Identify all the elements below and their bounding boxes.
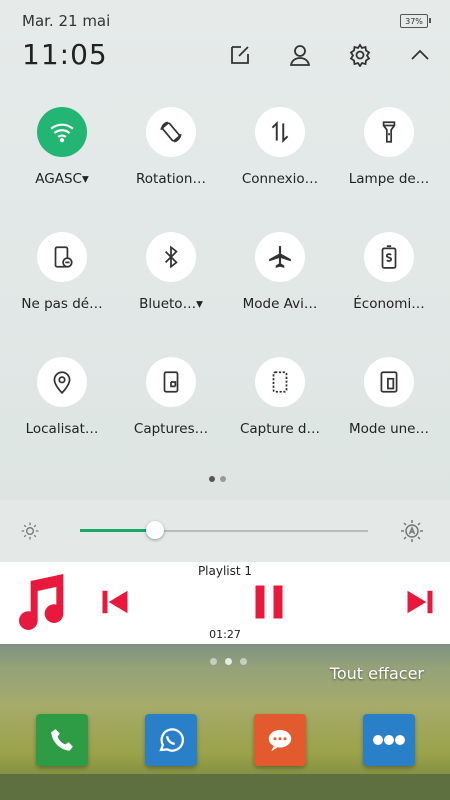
data-transfer-icon[interactable]	[255, 107, 305, 157]
music-player-notification[interactable]: Playlist 1 01:27	[0, 562, 450, 644]
qs-tile-one-hand[interactable]: Mode une…	[334, 357, 444, 437]
qs-label: Mode Avi…	[242, 296, 318, 312]
notification-shade: Mar. 21 mai 37% 11:05 AGASC▾ Rotation… C…	[0, 0, 450, 500]
whatsapp-app-icon[interactable]	[145, 714, 197, 766]
previous-track-icon[interactable]	[100, 586, 130, 622]
qs-tile-wifi[interactable]: AGASC▾	[7, 107, 117, 187]
page-indicator	[209, 476, 226, 482]
wifi-icon[interactable]	[37, 107, 87, 157]
phone-app-icon[interactable]	[36, 714, 88, 766]
collapse-chevron-up-icon[interactable]	[405, 40, 435, 70]
qs-label: Économi…	[353, 296, 425, 312]
airplane-icon[interactable]	[255, 232, 305, 282]
qs-label: Captures…	[133, 421, 209, 437]
qs-tile-screen-record[interactable]: Capture d…	[225, 357, 335, 437]
auto-brightness-icon[interactable]	[400, 519, 424, 547]
qs-tile-rotation[interactable]: Rotation…	[116, 107, 226, 187]
qs-tile-dnd[interactable]: Ne pas dé…	[7, 232, 117, 312]
qs-label: Ne pas dé…	[21, 296, 103, 312]
do-not-disturb-icon[interactable]	[37, 232, 87, 282]
home-page-dots	[210, 658, 247, 665]
bluetooth-icon[interactable]	[146, 232, 196, 282]
pause-icon[interactable]	[251, 582, 287, 626]
qs-tile-screenshot[interactable]: Captures…	[116, 357, 226, 437]
screen-record-icon[interactable]	[255, 357, 305, 407]
brightness-low-icon	[20, 521, 40, 545]
qs-tile-airplane[interactable]: Mode Avi…	[225, 232, 335, 312]
wallpaper-ground	[0, 774, 450, 800]
brightness-fill	[80, 529, 155, 532]
battery-indicator: 37%	[400, 14, 431, 28]
more-apps-icon[interactable]	[363, 714, 415, 766]
page-dot-active	[209, 476, 215, 482]
qs-tile-battery-saver[interactable]: Économi…	[334, 232, 444, 312]
edit-icon[interactable]	[225, 40, 255, 70]
clear-all-button[interactable]: Tout effacer	[330, 664, 424, 683]
qs-tile-bluetooth[interactable]: Blueto…▾	[116, 232, 226, 312]
messages-app-icon[interactable]	[254, 714, 306, 766]
flashlight-icon[interactable]	[364, 107, 414, 157]
qs-label: Rotation…	[136, 171, 206, 187]
one-hand-mode-icon[interactable]	[364, 357, 414, 407]
qs-tile-data[interactable]: Connexio…	[225, 107, 335, 187]
rotation-icon[interactable]	[146, 107, 196, 157]
user-icon[interactable]	[285, 40, 315, 70]
qs-label: Connexio…	[241, 171, 319, 187]
page-dot	[220, 476, 226, 482]
qs-label: Localisat…	[25, 421, 99, 437]
settings-gear-icon[interactable]	[345, 40, 375, 70]
qs-label: Lampe de…	[348, 171, 430, 187]
next-track-icon[interactable]	[405, 586, 435, 622]
brightness-slider-thumb[interactable]	[145, 521, 164, 539]
clock: 11:05	[22, 38, 108, 71]
qs-label: Capture d…	[239, 421, 321, 437]
screenshot-icon[interactable]	[146, 357, 196, 407]
elapsed-time: 01:27	[209, 628, 241, 641]
brightness-bar	[0, 500, 450, 562]
qs-label: Mode une…	[349, 421, 429, 437]
location-icon[interactable]	[37, 357, 87, 407]
qs-tile-location[interactable]: Localisat…	[7, 357, 117, 437]
date-label: Mar. 21 mai	[22, 12, 111, 30]
qs-tile-flashlight[interactable]: Lampe de…	[334, 107, 444, 187]
battery-saver-icon[interactable]	[364, 232, 414, 282]
qs-label: AGASC▾	[35, 171, 89, 187]
home-wallpaper: Tout effacer	[0, 644, 450, 800]
qs-label: Blueto…▾	[139, 296, 203, 312]
